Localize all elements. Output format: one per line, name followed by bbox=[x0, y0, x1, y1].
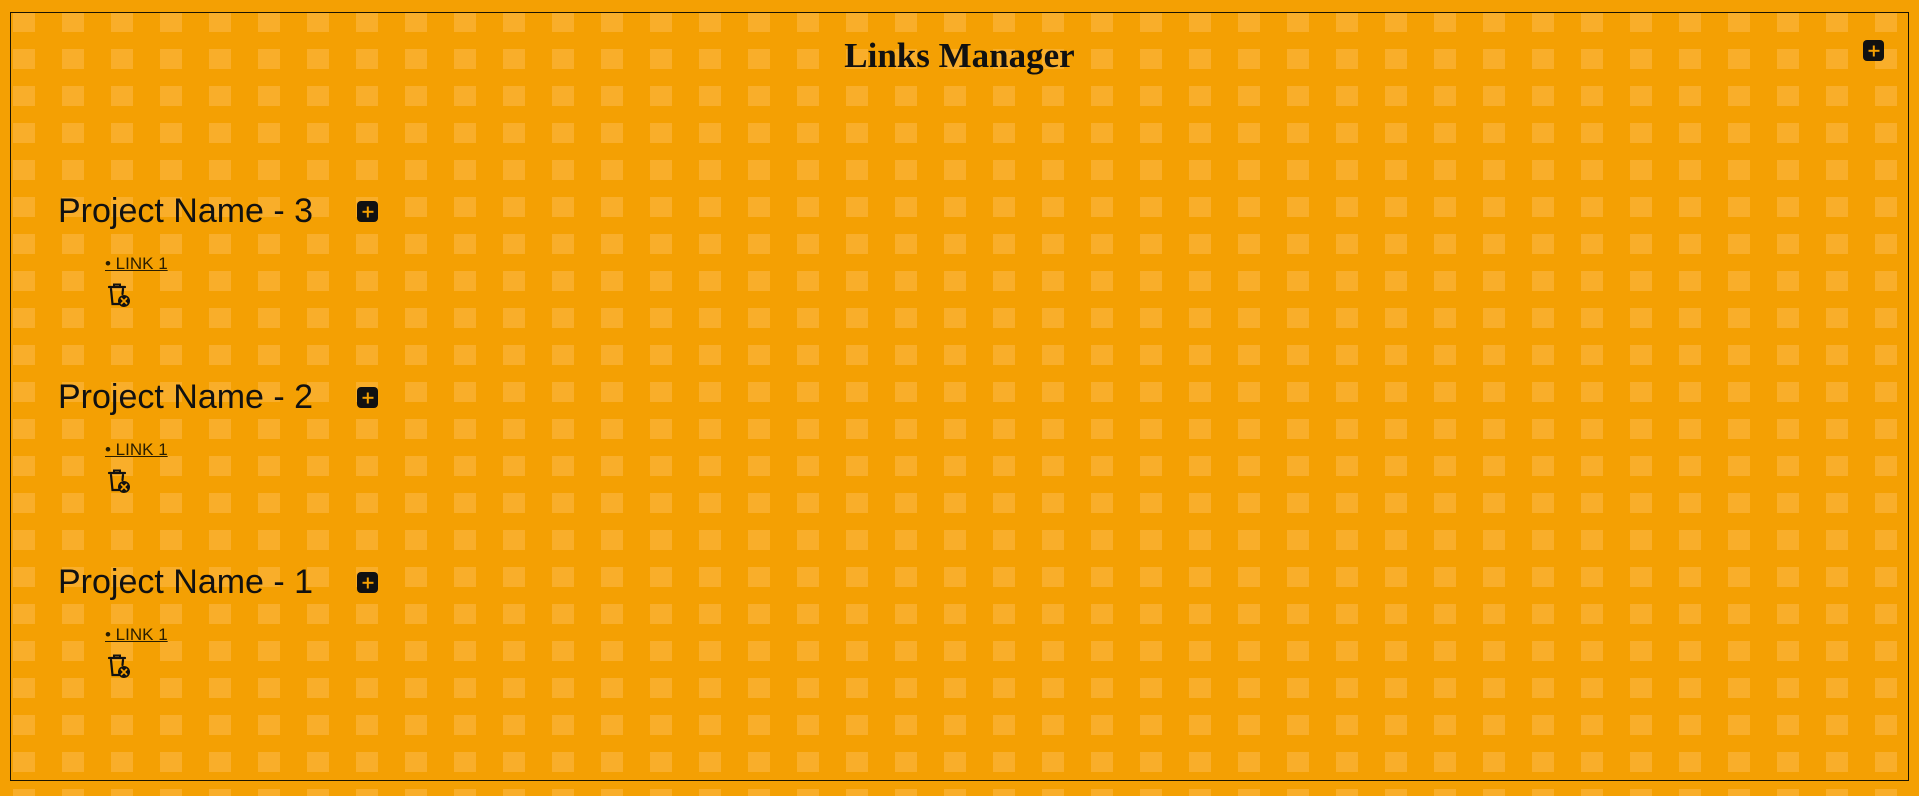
trash-x-icon[interactable] bbox=[106, 467, 132, 495]
project-name: Project Name - 3 bbox=[58, 192, 314, 230]
trash-x-icon[interactable] bbox=[106, 652, 132, 680]
project-name: Project Name - 2 bbox=[58, 378, 314, 416]
project-link[interactable]: • LINK 1 bbox=[105, 625, 168, 645]
page-title: Links Manager bbox=[844, 36, 1075, 75]
project-link[interactable]: • LINK 1 bbox=[105, 254, 168, 274]
add-link-button[interactable] bbox=[357, 572, 378, 593]
project-name: Project Name - 1 bbox=[58, 563, 314, 601]
project-link[interactable]: • LINK 1 bbox=[105, 440, 168, 460]
project-card: Project Name - 2 • LINK 1 bbox=[58, 377, 378, 493]
add-link-button[interactable] bbox=[357, 201, 378, 222]
add-project-button[interactable] bbox=[1863, 40, 1884, 61]
project-card: Project Name - 1 • LINK 1 bbox=[58, 562, 378, 678]
trash-x-icon[interactable] bbox=[106, 281, 132, 309]
add-link-button[interactable] bbox=[357, 387, 378, 408]
project-card: Project Name - 3 • LINK 1 bbox=[58, 191, 378, 307]
